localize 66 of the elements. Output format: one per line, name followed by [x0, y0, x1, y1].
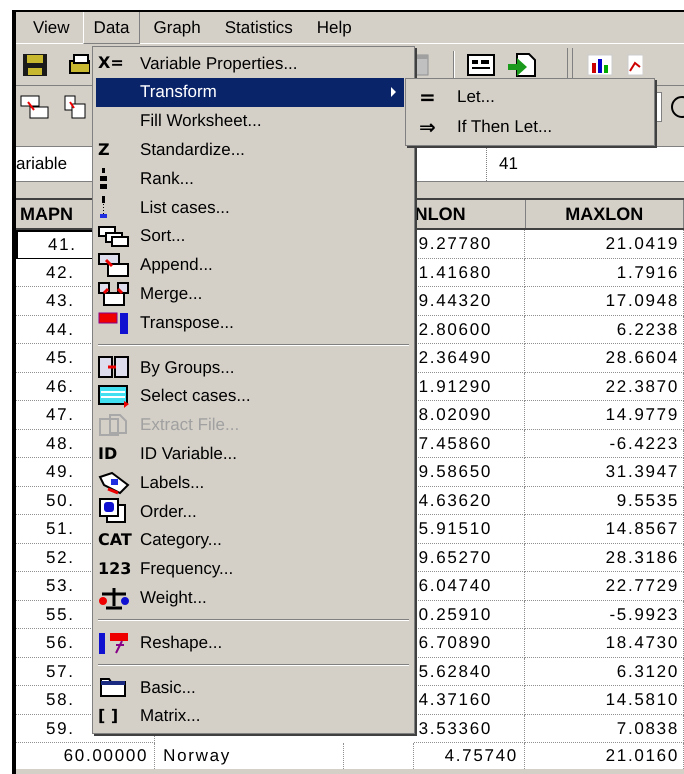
merge-icon	[98, 280, 130, 307]
menu-item[interactable]: = Let...	[409, 82, 651, 112]
append-icon	[98, 252, 130, 278]
table-cell: 21.0160	[524, 743, 684, 769]
menu-item[interactable]: Rank...	[96, 164, 404, 193]
menu-item-label: Rank...	[140, 168, 195, 190]
table-cell: 17.0948	[524, 287, 684, 316]
table-cell: 28.3186	[524, 544, 684, 572]
menu-item-label: Transform	[140, 81, 218, 104]
rank-icon	[98, 166, 110, 191]
table-cell: 6.3120	[524, 658, 684, 686]
glyph-icon: =	[419, 87, 457, 107]
columns-icon	[98, 355, 130, 380]
menu-item[interactable]: Transform	[96, 78, 404, 107]
pages-icon	[98, 412, 130, 437]
glyph-icon: Z	[98, 142, 110, 158]
menu-bar-item[interactable]: Help	[306, 12, 363, 44]
menu-item-label: Fill Worksheet...	[140, 110, 263, 132]
table-cell: 4.75740	[414, 743, 525, 769]
printer-icon[interactable]	[68, 52, 90, 76]
transpose-icon	[98, 310, 130, 335]
scale-icon	[98, 586, 130, 610]
column-header[interactable]: MAXLON	[526, 200, 684, 228]
table-cell: 18.4730	[524, 629, 684, 658]
menu-bar-item[interactable]: Statistics	[214, 12, 304, 44]
glyph-icon: ⇒	[419, 117, 457, 137]
list-icon	[98, 195, 110, 220]
table-cell: 22.7729	[524, 572, 684, 600]
table-arrow-icon[interactable]	[64, 94, 86, 120]
table-cell: 22.3870	[524, 372, 684, 401]
page-arrow-icon[interactable]	[507, 52, 537, 78]
append-icon[interactable]	[20, 94, 50, 120]
menu-item[interactable]: Fill Worksheet...	[96, 106, 404, 136]
table-select-icon	[98, 383, 130, 410]
table-cell: 31.3947	[524, 458, 684, 486]
form-icon[interactable]	[467, 52, 495, 76]
menu-item-label: Let...	[457, 86, 495, 108]
variable-name-field[interactable]: ariable	[16, 151, 90, 177]
menu-item[interactable]: ⇒ If Then Let...	[409, 112, 651, 142]
table-cell: 9.5535	[524, 486, 684, 515]
table-cell: 60.00000	[16, 743, 156, 769]
table-cell: 21.0419	[524, 230, 684, 258]
menu-item-label: If Then Let...	[457, 116, 552, 138]
table-cell: 14.9779	[524, 401, 684, 430]
menu-bar-item[interactable]: Data	[82, 12, 140, 44]
tag-icon	[98, 470, 130, 495]
save-icon[interactable]	[22, 52, 48, 76]
table-cell: 28.6604	[524, 344, 684, 372]
menu-item[interactable]: X= Variable Properties...	[96, 49, 404, 78]
stacked-pages-icon	[98, 225, 130, 248]
table-cell: 7.0838	[524, 714, 684, 743]
menu-bar-item[interactable]: View	[22, 12, 81, 44]
menu-item-label: Variable Properties...	[140, 52, 298, 75]
menu-item-label: Standardize...	[140, 139, 246, 162]
table-cell: 14.5810	[524, 686, 684, 714]
table-cell: -6.4223	[524, 430, 684, 458]
table-cell: 6.2238	[524, 316, 684, 344]
glyph-icon: X=	[98, 55, 124, 72]
table-cell: 1.7916	[524, 258, 684, 287]
reshape-icon	[98, 630, 130, 655]
table-cell: Norway	[155, 743, 344, 769]
table-cell: -5.9923	[524, 600, 684, 629]
menu-item[interactable]: Z Standardize...	[96, 135, 404, 164]
table-cell: 14.8567	[524, 515, 684, 544]
menu-bar-item[interactable]: Graph	[142, 12, 212, 44]
bar-chart-icon[interactable]	[587, 52, 613, 76]
